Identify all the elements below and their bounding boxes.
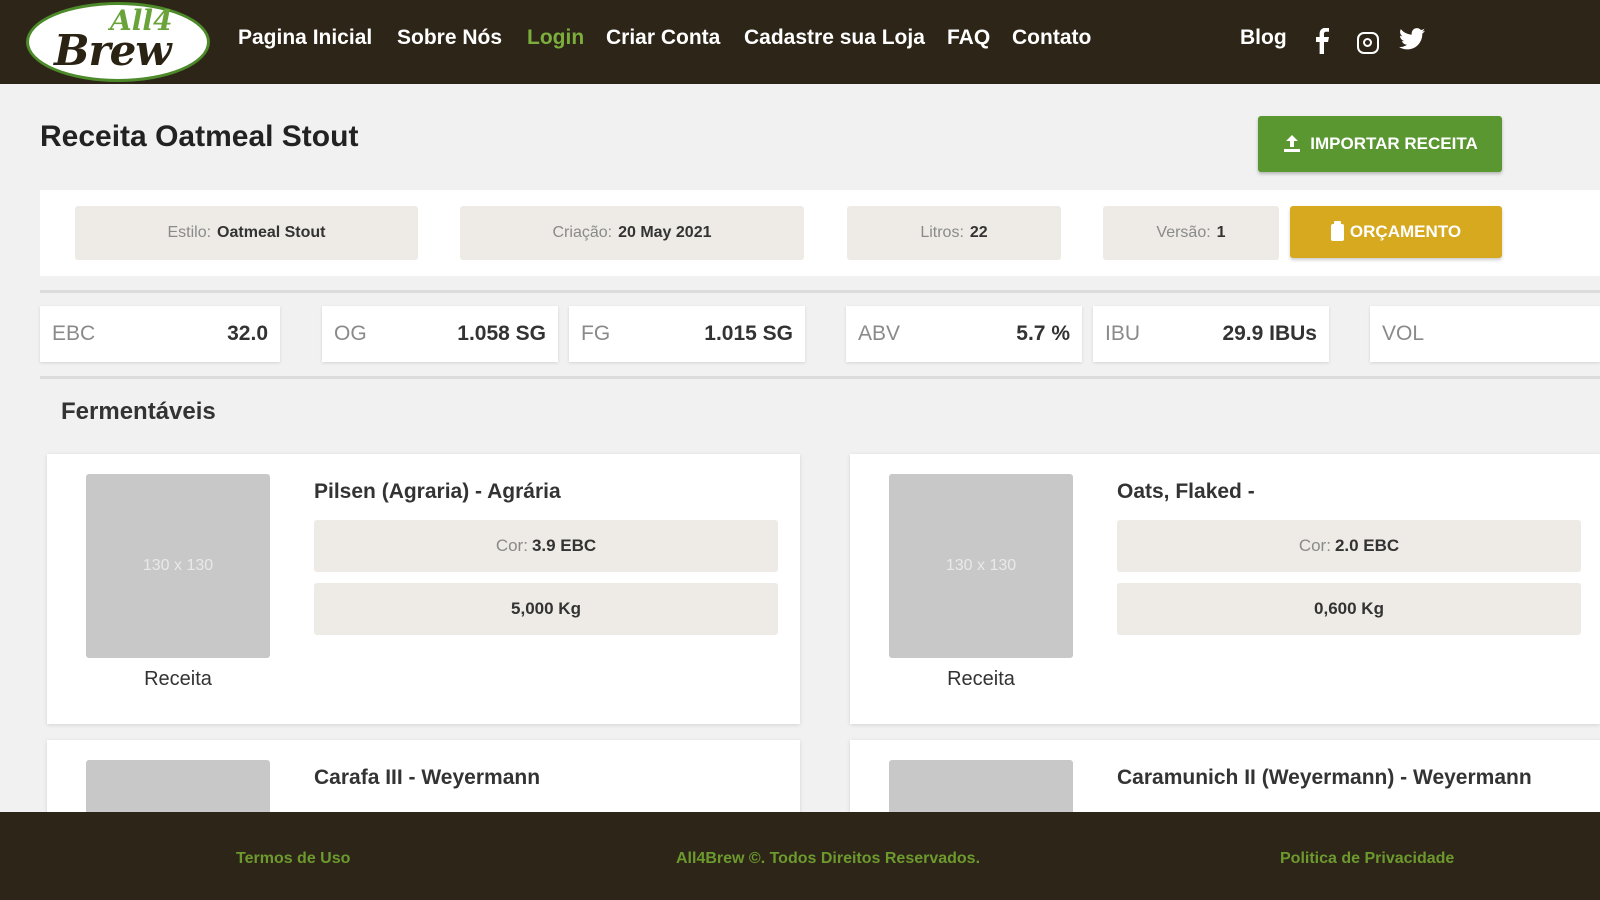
budget-button[interactable]: ORÇAMENTO bbox=[1290, 206, 1502, 258]
ingredient-amount: 5,000 Kg bbox=[314, 583, 778, 635]
liters-label: Litros: bbox=[920, 224, 964, 241]
nav-blog[interactable]: Blog bbox=[1240, 26, 1287, 50]
version-value: 1 bbox=[1216, 224, 1226, 241]
facebook-icon[interactable] bbox=[1309, 27, 1335, 56]
ingredient-name: Caramunich II (Weyermann) - Weyermann bbox=[1117, 766, 1532, 789]
thumb-caption: Receita bbox=[144, 668, 212, 690]
ingredient-amount: 0,600 Kg bbox=[1117, 583, 1581, 635]
stat-value: 1.058 SG bbox=[457, 322, 546, 345]
import-recipe-label: IMPORTAR RECEITA bbox=[1310, 134, 1478, 153]
top-navbar: All4 Brew Pagina Inicial Sobre Nós Login… bbox=[0, 0, 1600, 84]
upload-icon bbox=[1284, 135, 1301, 152]
divider bbox=[40, 376, 1600, 379]
clipboard-icon bbox=[1330, 220, 1344, 241]
nav-criar-conta[interactable]: Criar Conta bbox=[606, 26, 720, 50]
amount-value: 0,600 Kg bbox=[1314, 599, 1384, 618]
version-label: Versão: bbox=[1156, 224, 1211, 241]
liters-value: 22 bbox=[969, 224, 988, 241]
import-recipe-button[interactable]: IMPORTAR RECEITA bbox=[1258, 116, 1502, 172]
divider bbox=[40, 290, 1600, 293]
fermentable-card: 130 x 130 Receita Oats, Flaked - Cor: 2.… bbox=[850, 454, 1600, 724]
stat-label: IBU bbox=[1105, 322, 1141, 345]
stat-label: EBC bbox=[52, 322, 96, 345]
style-value: Oatmeal Stout bbox=[217, 224, 326, 241]
liters-field: Litros: 22 bbox=[847, 206, 1061, 260]
page-title: Receita Oatmeal Stout bbox=[40, 120, 358, 154]
recipe-info-strip: Estilo: Oatmeal Stout Criação: 20 May 20… bbox=[40, 190, 1600, 276]
budget-label: ORÇAMENTO bbox=[1349, 222, 1462, 241]
thumb-caption: Receita bbox=[947, 668, 1015, 690]
section-title-fermentables: Fermentáveis bbox=[61, 398, 216, 425]
ingredient-color: Cor: 3.9 EBC bbox=[314, 520, 778, 572]
placeholder-size-text: 130 x 130 bbox=[142, 557, 214, 574]
color-value: 3.9 EBC bbox=[531, 536, 597, 555]
stat-fg: FG 1.015 SG bbox=[569, 306, 805, 362]
style-label: Estilo: bbox=[167, 224, 212, 241]
color-label: Cor: bbox=[495, 536, 528, 555]
stat-og: OG 1.058 SG bbox=[322, 306, 558, 362]
creation-value: 20 May 2021 bbox=[618, 224, 712, 241]
ingredient-name: Carafa III - Weyermann bbox=[314, 766, 541, 789]
footer-copyright: All4Brew ©. Todos Direitos Reservados. bbox=[676, 850, 981, 867]
stat-label: VOL bbox=[1382, 322, 1425, 345]
stat-value: 5.7 % bbox=[1016, 322, 1070, 345]
ingredient-color: Cor: 2.0 EBC bbox=[1117, 520, 1581, 572]
nav-faq[interactable]: FAQ bbox=[947, 26, 990, 50]
placeholder-size-text: 130 x 130 bbox=[945, 557, 1017, 574]
all4brew-logo[interactable]: All4 Brew bbox=[26, 2, 210, 82]
footer-privacy-link[interactable]: Politica de Privacidade bbox=[1280, 850, 1454, 868]
ingredient-image-placeholder: 130 x 130 bbox=[86, 474, 270, 658]
site-footer: Termos de Uso All4Brew ©. Todos Direitos… bbox=[0, 812, 1600, 900]
color-value: 2.0 EBC bbox=[1334, 536, 1400, 555]
stat-label: OG bbox=[334, 322, 367, 345]
stat-vol: VOL bbox=[1370, 306, 1600, 362]
creation-date-field: Criação: 20 May 2021 bbox=[460, 206, 804, 260]
nav-pagina-inicial[interactable]: Pagina Inicial bbox=[238, 26, 372, 50]
logo-bottom-text: Brew bbox=[54, 26, 172, 75]
fermentable-card: 130 x 130 Receita Pilsen (Agraria) - Agr… bbox=[47, 454, 800, 724]
instagram-icon[interactable] bbox=[1357, 32, 1379, 54]
stat-abv: ABV 5.7 % bbox=[846, 306, 1082, 362]
stat-value: 1.015 SG bbox=[704, 322, 793, 345]
creation-label: Criação: bbox=[552, 224, 613, 241]
page-title-prefix: Receita bbox=[40, 120, 147, 153]
stat-value: 32.0 bbox=[227, 322, 268, 345]
stat-label: ABV bbox=[858, 322, 901, 345]
stat-label: FG bbox=[581, 322, 611, 345]
ingredient-name: Oats, Flaked - bbox=[1117, 480, 1255, 503]
footer-terms-link[interactable]: Termos de Uso bbox=[236, 850, 350, 868]
ingredient-name: Pilsen (Agraria) - Agrária bbox=[314, 480, 561, 503]
amount-value: 5,000 Kg bbox=[511, 599, 581, 618]
nav-cadastre-loja[interactable]: Cadastre sua Loja bbox=[744, 26, 925, 50]
style-field: Estilo: Oatmeal Stout bbox=[75, 206, 418, 260]
page-title-recipe-name: Oatmeal Stout bbox=[155, 120, 359, 153]
stat-ibu: IBU 29.9 IBUs bbox=[1093, 306, 1329, 362]
stat-ebc: EBC 32.0 bbox=[40, 306, 280, 362]
version-field: Versão: 1 bbox=[1103, 206, 1279, 260]
nav-sobre-nos[interactable]: Sobre Nós bbox=[397, 26, 502, 50]
color-label: Cor: bbox=[1298, 536, 1331, 555]
nav-contato[interactable]: Contato bbox=[1012, 26, 1091, 50]
ingredient-image-placeholder: 130 x 130 bbox=[889, 474, 1073, 658]
twitter-icon[interactable] bbox=[1399, 28, 1425, 56]
stat-value: 29.9 IBUs bbox=[1222, 322, 1317, 345]
nav-login[interactable]: Login bbox=[527, 26, 584, 50]
